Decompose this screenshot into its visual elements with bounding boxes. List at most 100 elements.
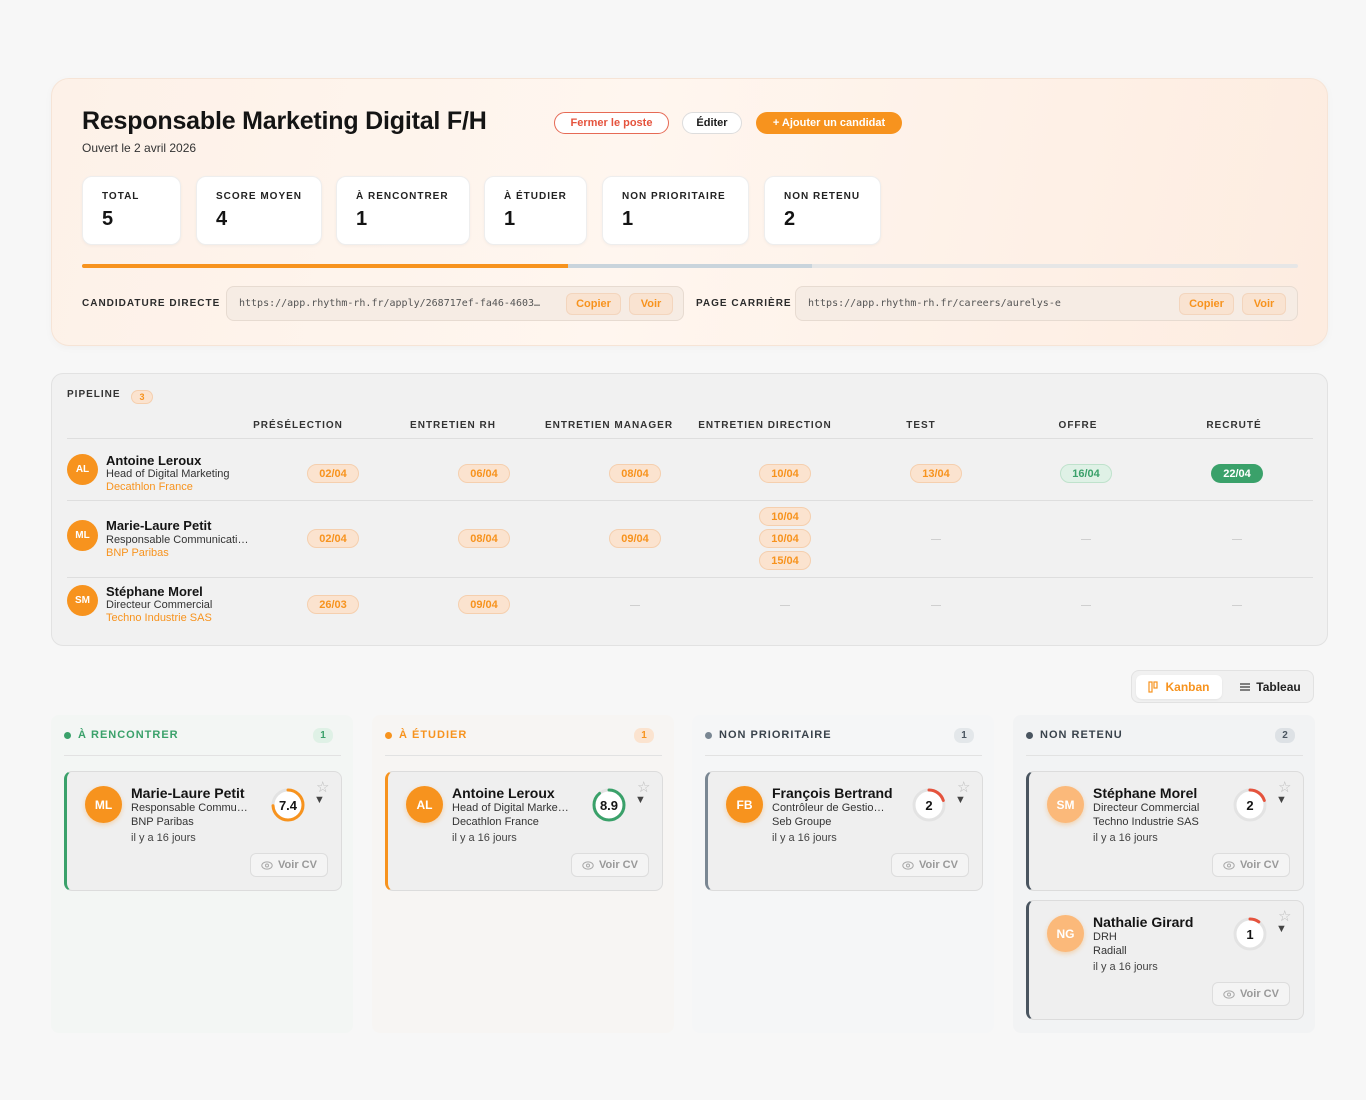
score-ring: 8.9 [591, 787, 627, 823]
candidate-card[interactable]: AL Antoine Leroux Head of Digital Marke… De… [385, 771, 663, 891]
score-value: 1 [1246, 926, 1254, 942]
stage-date-pill[interactable]: 09/04 [609, 529, 661, 548]
view-cv-button[interactable]: Voir CV [891, 853, 969, 877]
direct-application-url[interactable]: https://app.rhythm-rh.fr/apply/268717ef-… [239, 298, 557, 309]
column-divider [385, 755, 662, 756]
kanban-view-button[interactable]: Kanban [1136, 675, 1222, 699]
chevron-down-icon[interactable]: ▼ [314, 794, 325, 806]
stat-value: 1 [356, 208, 368, 230]
close-position-button[interactable]: Fermer le poste [554, 112, 669, 134]
candidate-name[interactable]: François Bertrand [772, 785, 893, 801]
stage-header: OFFRE [1058, 420, 1098, 431]
copy-direct-link-button[interactable]: Copier [566, 293, 621, 315]
column-divider [705, 755, 982, 756]
candidate-name[interactable]: Stéphane Morel [106, 584, 203, 599]
empty-stage-dash [931, 605, 941, 606]
avatar: ML [67, 520, 98, 551]
pipeline-progress-bar [82, 264, 1298, 268]
added-time: il y a 16 jours [1093, 961, 1158, 973]
stage-date-pill[interactable]: 10/04 [759, 464, 811, 483]
stage-date-pill[interactable]: 16/04 [1060, 464, 1112, 483]
chevron-down-icon[interactable]: ▼ [1276, 923, 1287, 935]
add-candidate-button[interactable]: + Ajouter un candidat [756, 112, 902, 134]
stage-date-pill[interactable]: 06/04 [458, 464, 510, 483]
view-career-link-button[interactable]: Voir [1242, 293, 1286, 315]
candidate-company: Radiall [1093, 945, 1127, 957]
candidate-name[interactable]: Stéphane Morel [1093, 785, 1197, 801]
stage-header: ENTRETIEN MANAGER [544, 420, 674, 431]
stage-date-pill[interactable]: 02/04 [307, 464, 359, 483]
candidate-card[interactable]: NG Nathalie Girard DRH Radiall il y a 16 jou… [1026, 900, 1304, 1020]
candidate-name[interactable]: Antoine Leroux [452, 785, 555, 801]
stage-header: ENTRETIEN DIRECTION [698, 420, 832, 431]
added-time: il y a 16 jours [452, 832, 517, 844]
row-divider [67, 438, 1313, 439]
edit-button[interactable]: Éditer [682, 112, 742, 134]
stage-date-pill[interactable]: 09/04 [458, 595, 510, 614]
stat-average-score: SCORE MOYEN 4 [196, 176, 322, 245]
candidate-company: Decathlon France [106, 481, 193, 493]
candidate-name[interactable]: Nathalie Girard [1093, 914, 1193, 930]
stage-date-pill[interactable]: 13/04 [910, 464, 962, 483]
candidate-role: Directeur Commercial [106, 599, 213, 611]
added-time: il y a 16 jours [772, 832, 837, 844]
column-count-badge: 1 [313, 728, 333, 743]
column-count-badge: 1 [954, 728, 974, 743]
stat-total: TOTAL 5 [82, 176, 181, 245]
score-ring: 1 [1232, 916, 1268, 952]
candidate-card[interactable]: ML Marie-Laure Petit Responsable Commu… BNP… [64, 771, 342, 891]
empty-stage-dash [1081, 539, 1091, 540]
stage-date-pill[interactable]: 10/04 [759, 529, 811, 548]
copy-career-link-button[interactable]: Copier [1179, 293, 1234, 315]
added-time: il y a 16 jours [131, 832, 196, 844]
stage-date-pill[interactable]: 22/04 [1211, 464, 1263, 483]
candidate-name[interactable]: Antoine Leroux [106, 453, 201, 468]
view-direct-link-button[interactable]: Voir [629, 293, 673, 315]
stat-label: SCORE MOYEN [216, 191, 303, 202]
avatar: SM [1047, 786, 1084, 823]
career-page-url[interactable]: https://app.rhythm-rh.fr/careers/aurelys… [808, 298, 1168, 309]
status-dot [705, 731, 712, 739]
stage-date-pill[interactable]: 08/04 [609, 464, 661, 483]
view-cv-label: Voir CV [1240, 988, 1279, 1000]
stat-label: NON RETENU [784, 191, 861, 202]
stage-date-pill[interactable]: 15/04 [759, 551, 811, 570]
candidate-name[interactable]: Marie-Laure Petit [106, 518, 211, 533]
table-view-button[interactable]: Tableau [1230, 675, 1310, 699]
stage-header: ENTRETIEN RH [410, 420, 496, 431]
candidate-company: Techno Industrie SAS [1093, 816, 1199, 828]
candidate-name[interactable]: Marie-Laure Petit [131, 785, 245, 801]
view-cv-button[interactable]: Voir CV [1212, 853, 1290, 877]
candidate-card[interactable]: SM Stéphane Morel Directeur Commercial Tech… [1026, 771, 1304, 891]
view-cv-button[interactable]: Voir CV [571, 853, 649, 877]
pipeline-panel: PIPELINE 3 PRÉSÉLECTION ENTRETIEN RH ENT… [51, 373, 1328, 646]
avatar: FB [726, 786, 763, 823]
view-cv-button[interactable]: Voir CV [250, 853, 328, 877]
chevron-down-icon[interactable]: ▼ [955, 794, 966, 806]
kanban-icon [1148, 681, 1159, 693]
empty-stage-dash [630, 605, 640, 606]
stage-date-pill[interactable]: 10/04 [759, 507, 811, 526]
kanban-column: À RENCONTRER 1 ML Marie-Laure Petit Responsa… [51, 715, 353, 1033]
avatar: SM [67, 585, 98, 616]
chevron-down-icon[interactable]: ▼ [1276, 794, 1287, 806]
status-dot [1026, 731, 1033, 739]
stat-label: À RENCONTRER [356, 191, 449, 202]
career-page-label: PAGE CARRIÈRE [696, 298, 792, 309]
stat-value: 4 [216, 208, 228, 230]
column-count-badge: 1 [634, 728, 654, 743]
stage-date-pill[interactable]: 02/04 [307, 529, 359, 548]
view-cv-label: Voir CV [1240, 859, 1279, 871]
stat-to-meet: À RENCONTRER 1 [336, 176, 470, 245]
view-cv-button[interactable]: Voir CV [1212, 982, 1290, 1006]
stage-date-pill[interactable]: 08/04 [458, 529, 510, 548]
status-dot [64, 731, 71, 739]
candidate-company: BNP Paribas [106, 547, 169, 559]
chevron-down-icon[interactable]: ▼ [635, 794, 646, 806]
candidate-card[interactable]: FB François Bertrand Contrôleur de Gestio…… [705, 771, 983, 891]
avatar: AL [67, 454, 98, 485]
stage-date-pill[interactable]: 26/03 [307, 595, 359, 614]
column-title-text: À ÉTUDIER [399, 729, 468, 741]
candidate-role: Contrôleur de Gestio… [772, 802, 885, 814]
column-divider [64, 755, 341, 756]
